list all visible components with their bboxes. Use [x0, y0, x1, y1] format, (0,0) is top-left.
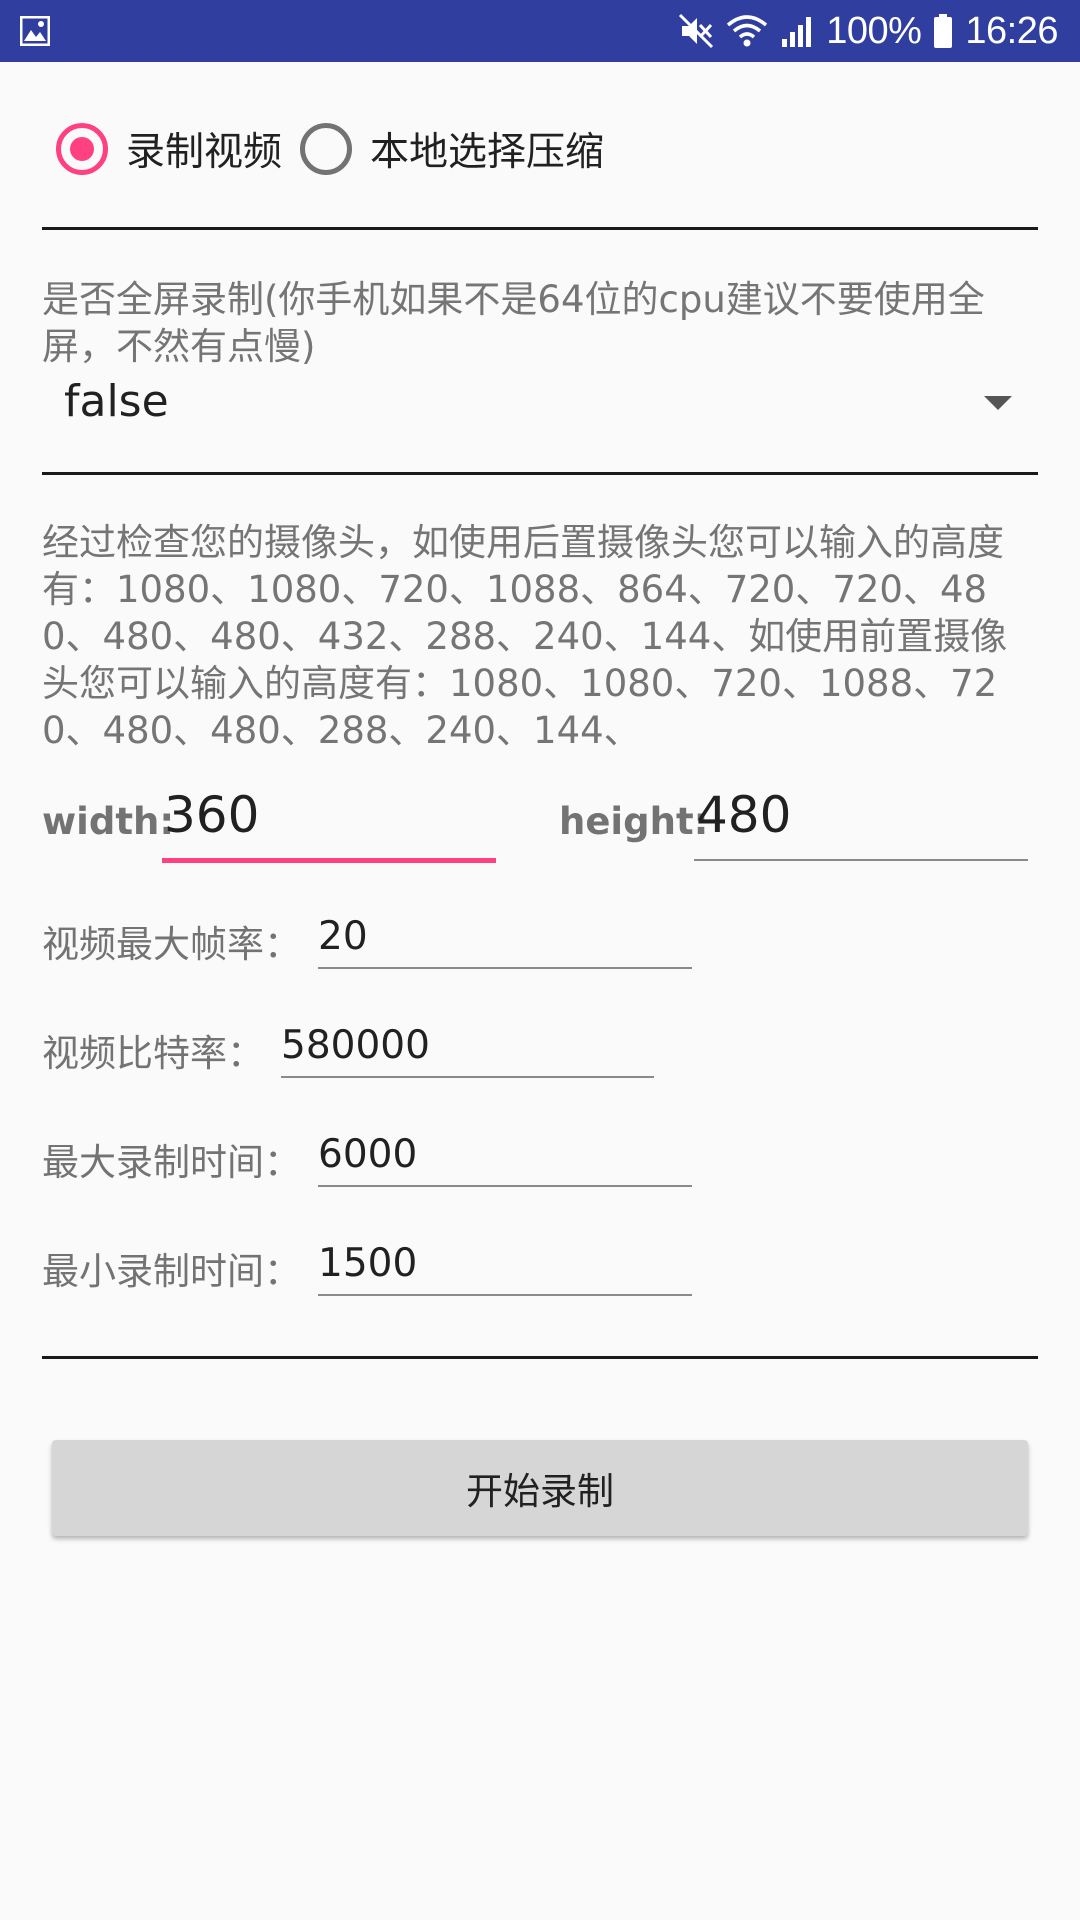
camera-info-text: 经过检查您的摄像头，如使用后置摄像头您可以输入的高度有：1080、1080、72…: [42, 521, 1008, 752]
radio-checked-icon: [56, 123, 108, 175]
min-time-underline: [318, 1294, 692, 1296]
divider: [42, 472, 1038, 475]
height-label: height:: [559, 800, 709, 843]
bitrate-input[interactable]: 580000: [281, 1023, 430, 1068]
width-input[interactable]: 360: [162, 786, 496, 856]
height-input-underline: [694, 859, 1028, 861]
divider: [42, 227, 1038, 230]
battery-icon: [934, 14, 953, 48]
max-fps-label: 视频最大帧率：: [42, 923, 301, 966]
width-input-underline: [162, 858, 496, 863]
spinner-value: false: [64, 376, 169, 427]
radio-label: 录制视频: [126, 130, 283, 175]
start-record-button[interactable]: 开始录制: [52, 1440, 1028, 1536]
radio-unchecked-icon: [300, 123, 353, 175]
radio-label: 本地选择压缩: [370, 130, 605, 175]
radio-record-video[interactable]: 录制视频: [56, 121, 282, 177]
max-fps-underline: [318, 967, 692, 969]
divider: [42, 1356, 1038, 1359]
width-label: width:: [42, 800, 175, 843]
status-bar: 100% 16:26: [0, 0, 1080, 62]
height-input[interactable]: 480: [694, 786, 1028, 856]
min-time-label: 最小录制时间：: [42, 1250, 301, 1293]
fullscreen-label: 是否全屏录制(你手机如果不是64位的cpu建议不要使用全屏，不然有点慢): [42, 278, 985, 368]
fullscreen-spinner[interactable]: false: [42, 372, 1012, 438]
wifi-icon: [727, 15, 768, 47]
min-time-input[interactable]: 1500: [318, 1241, 417, 1286]
bitrate-label: 视频比特率：: [42, 1032, 264, 1075]
mute-icon: [679, 13, 714, 49]
clock: 16:26: [965, 9, 1058, 52]
max-time-label: 最大录制时间：: [42, 1141, 301, 1184]
bitrate-underline: [281, 1076, 654, 1078]
max-time-underline: [318, 1185, 692, 1187]
max-time-input[interactable]: 6000: [318, 1132, 417, 1177]
photo-icon: [20, 16, 50, 46]
dropdown-arrow-icon: [984, 396, 1012, 410]
battery-percent: 100%: [826, 9, 922, 52]
signal-icon: [782, 17, 812, 47]
radio-local-compress[interactable]: 本地选择压缩: [300, 121, 604, 177]
mode-radio-group: 录制视频 本地选择压缩: [56, 118, 622, 180]
max-fps-input[interactable]: 20: [318, 914, 368, 959]
